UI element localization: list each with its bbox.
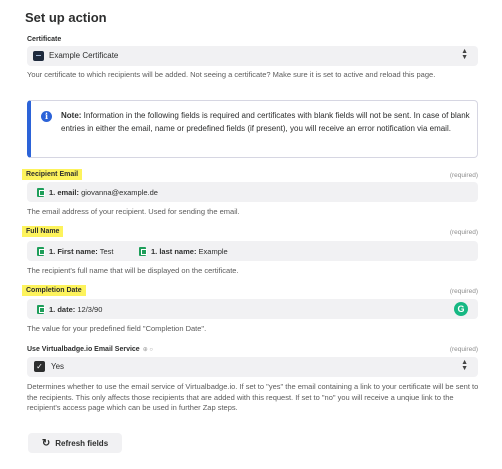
last-name-pill[interactable]: 1. last name: Example — [139, 245, 228, 257]
email-service-required: (required) — [449, 346, 478, 353]
pill-value: Test — [97, 246, 114, 256]
full-name-field[interactable]: 1. First name: Test 1. last name: Exampl… — [27, 241, 478, 261]
google-sheets-icon — [37, 246, 45, 256]
note-bold: Note: — [61, 111, 82, 120]
full-name-label: Full Name — [22, 226, 64, 237]
recipient-email-pill[interactable]: 1. email: giovanna@example.de — [37, 186, 158, 198]
certificate-select[interactable]: Example Certificate ▲ ▼ — [27, 46, 478, 66]
email-service-value: Yes — [51, 362, 65, 371]
pill-value: giovanna@example.de — [79, 187, 158, 197]
recipient-email-field[interactable]: 1. email: giovanna@example.de — [27, 182, 478, 202]
grammarly-icon[interactable]: G — [454, 302, 468, 316]
full-name-required: (required) — [449, 229, 478, 236]
select-arrows-icon: ▲ ▼ — [461, 359, 468, 372]
completion-date-required: (required) — [449, 288, 478, 295]
completion-date-field[interactable]: 1. date: 12/3/90 G — [27, 299, 478, 319]
recipient-email-helper: The email address of your recipient. Use… — [27, 207, 240, 216]
pill-key: 1. First name: — [49, 246, 98, 256]
refresh-fields-button[interactable]: ↻ Refresh fields — [28, 433, 122, 453]
completion-date-pill[interactable]: 1. date: 12/3/90 — [37, 303, 102, 315]
completion-date-helper: The value for your predefined field "Com… — [27, 324, 207, 333]
pill-key: 1. email: — [49, 187, 80, 197]
certificate-label: Certificate — [27, 36, 62, 43]
google-sheets-icon — [139, 246, 147, 256]
note-body: Information in the following fields is r… — [61, 111, 470, 133]
info-icon: i — [41, 111, 52, 122]
first-name-pill[interactable]: 1. First name: Test — [37, 245, 113, 257]
recipient-email-required: (required) — [449, 172, 478, 179]
recipient-email-label: Recipient Email — [22, 169, 83, 180]
email-service-helper: Determines whether to use the email serv… — [27, 382, 479, 412]
email-service-info-icons: ⊕ ○ — [142, 347, 154, 353]
pill-key: 1. last name: — [151, 246, 197, 256]
info-note: i Note: Information in the following fie… — [27, 100, 478, 158]
select-arrows-icon: ▲ ▼ — [461, 48, 468, 61]
page-title: Set up action — [25, 10, 107, 25]
note-text: Note: Information in the following field… — [61, 109, 476, 135]
checkbox-icon: ✓ — [34, 361, 45, 372]
certificate-logo-icon — [33, 51, 44, 61]
refresh-icon: ↻ — [41, 437, 51, 449]
email-service-label: Use Virtualbadge.io Email Service ⊕ ○ — [27, 346, 153, 353]
certificate-helper: Your certificate to which recipients wil… — [27, 70, 436, 79]
completion-date-label: Completion Date — [22, 285, 86, 296]
google-sheets-icon — [37, 187, 45, 197]
certificate-select-value: Example Certificate — [49, 51, 119, 60]
email-service-select[interactable]: ✓ Yes ▲ ▼ — [27, 357, 478, 377]
google-sheets-icon — [37, 304, 45, 314]
pill-value: 12/3/90 — [75, 304, 103, 314]
full-name-helper: The recipient's full name that will be d… — [27, 266, 239, 275]
email-service-label-text: Use Virtualbadge.io Email Service — [27, 346, 140, 353]
refresh-fields-label: Refresh fields — [55, 438, 109, 448]
pill-value: Example — [196, 246, 228, 256]
pill-key: 1. date: — [49, 304, 76, 314]
